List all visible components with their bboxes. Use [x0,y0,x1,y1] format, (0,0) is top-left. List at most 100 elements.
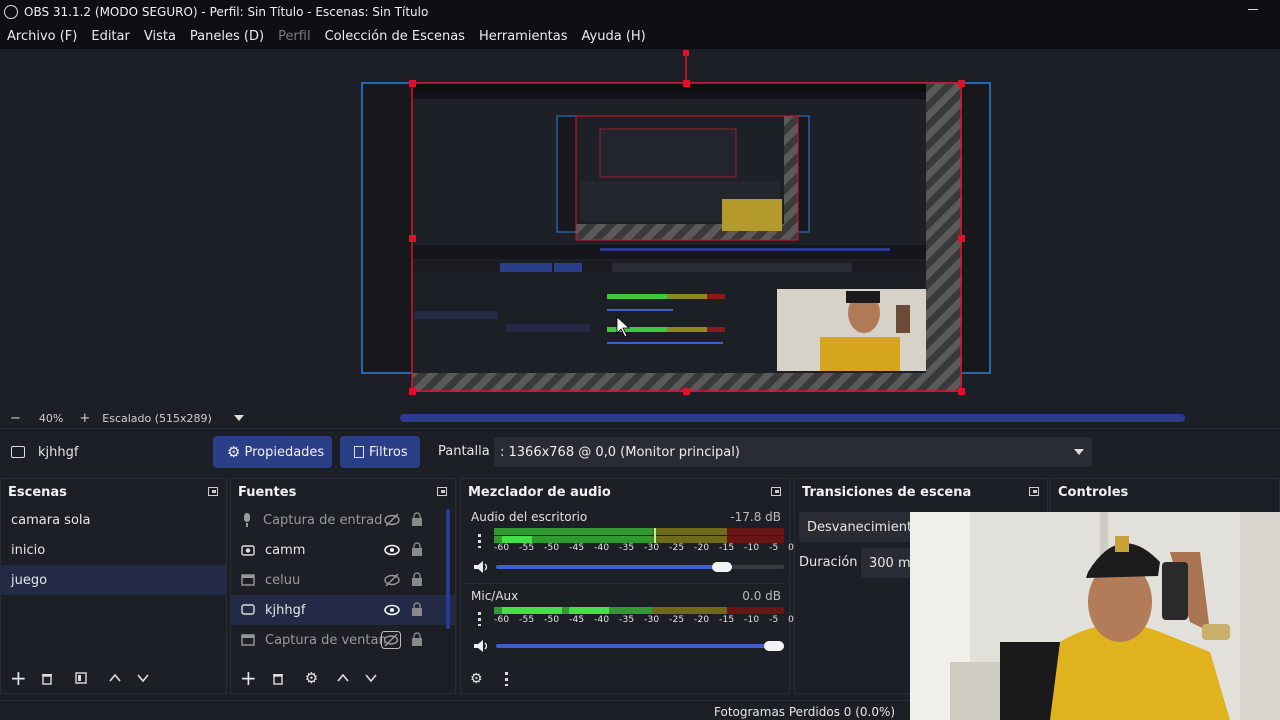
audio-meter-peak [494,528,784,543]
scene-filters-button[interactable] [74,671,88,685]
volume-slider[interactable] [496,565,784,569]
display-label: Pantalla [438,444,490,459]
eye-icon[interactable] [383,603,401,617]
delete-scene-button[interactable] [40,671,54,685]
scene-item[interactable]: camara sola [1,505,226,535]
duration-label: Duración [799,555,858,570]
zoom-bar: − 40% + Escalado (515x289) [0,408,1280,428]
mixer-menu-icon[interactable] [504,672,508,686]
selected-source-name: kjhhgf [38,445,79,460]
microphone-icon [244,513,250,527]
dropped-frames: Fotogramas Perdidos 0 (0.0%) [714,705,896,719]
menu-bar: Archivo (F) Editar Vista Paneles (D) Per… [0,24,1280,49]
zoom-level: 40% [38,411,64,425]
scaling-dropdown-icon[interactable] [233,415,244,421]
window-icon [241,574,255,586]
lock-icon[interactable] [411,572,423,587]
channel-menu-icon[interactable] [478,534,481,548]
eye-hidden-icon[interactable] [381,631,401,649]
scenes-dock: Escenas camara sola inicio juego + [0,478,227,694]
obs-logo-icon [4,5,18,19]
delete-source-button[interactable] [271,671,285,685]
source-name: Captura de entrada de audio [263,512,383,528]
source-name: Captura de ventana [265,632,385,648]
source-item[interactable]: Captura de entrada de audio [231,505,455,535]
controls-title: Controles [1058,484,1129,500]
mixer-toolbar: ⚙ [461,671,508,687]
move-up-icon[interactable] [108,671,122,685]
sources-scrollbar[interactable] [446,509,450,629]
filter-icon [354,446,364,458]
meter-scale: -60 -55 -50 -45 -40 -35 -30 -25 -20 -15 -10 -5 0 [494,615,794,625]
volume-slider-handle[interactable] [764,641,784,651]
undock-icon[interactable] [208,487,218,496]
monitor-icon [11,446,25,458]
source-properties-gear-icon[interactable]: ⚙ [305,669,318,687]
webcam-overlay [910,512,1280,720]
source-name: celuu [265,572,301,588]
source-item[interactable]: Captura de ventana [231,625,455,655]
display-select[interactable]: : 1366x768 @ 0,0 (Monitor principal) [494,437,1092,467]
preview-canvas[interactable] [0,49,1280,408]
move-down-icon[interactable] [136,671,150,685]
menu-editar[interactable]: Editar [84,29,137,44]
sources-toolbar: + ⚙ [231,668,378,688]
minimize-icon[interactable] [1248,9,1258,10]
channel-name: Mic/Aux [471,589,519,603]
webcam-image [910,512,1280,720]
sources-dock: Fuentes Captura de entrada de audio camm… [230,478,456,694]
monitor-icon [241,604,255,615]
scenes-title: Escenas [1,479,226,505]
source-item[interactable]: celuu [231,565,455,595]
menu-archivo[interactable]: Archivo (F) [0,29,84,44]
speaker-icon[interactable] [473,560,491,574]
move-down-icon[interactable] [364,671,378,685]
filters-button[interactable]: Filtros [340,436,420,468]
lock-icon[interactable] [411,602,423,617]
volume-slider-handle[interactable] [712,562,732,572]
channel-level: -17.8 dB [730,510,781,524]
scene-item-selected[interactable]: juego [1,565,226,595]
menu-paneles[interactable]: Paneles (D) [183,29,271,44]
advanced-audio-gear-icon[interactable]: ⚙ [470,671,483,687]
sources-title: Fuentes [231,479,455,505]
chevron-down-icon [1074,449,1084,455]
transition-value: Desvanecimiento [807,519,921,535]
menu-perfil[interactable]: Perfil [271,29,318,44]
volume-slider[interactable] [496,644,784,648]
source-name: camm [265,542,306,558]
horizontal-scrollbar[interactable] [400,414,1185,422]
source-item[interactable]: camm [231,535,455,565]
add-scene-button[interactable]: + [10,668,27,688]
undock-icon[interactable] [437,487,447,496]
add-source-button[interactable]: + [240,668,257,688]
properties-button[interactable]: ⚙ Propiedades [213,436,332,468]
eye-icon[interactable] [383,543,401,557]
zoom-in-button[interactable]: + [79,411,90,426]
source-name: kjhhgf [265,602,306,618]
eye-hidden-icon[interactable] [383,573,401,587]
preview-image [361,50,991,395]
scene-item[interactable]: inicio [1,535,226,565]
window-icon [241,634,255,646]
scaling-label: Escalado (515x289) [102,411,212,425]
lock-icon[interactable] [411,632,423,647]
menu-herramientas[interactable]: Herramientas [472,29,575,44]
undock-icon[interactable] [771,487,781,496]
title-bar: OBS 31.1.2 (MODO SEGURO) - Perfil: Sin T… [0,0,1280,24]
speaker-icon[interactable] [473,639,491,653]
channel-name: Audio del escritorio [471,510,588,524]
undock-icon[interactable] [1029,487,1039,496]
channel-menu-icon[interactable] [478,612,481,626]
eye-hidden-icon[interactable] [383,513,401,527]
menu-vista[interactable]: Vista [137,29,183,44]
lock-icon[interactable] [411,512,423,527]
lock-icon[interactable] [411,542,423,557]
properties-label: Propiedades [244,444,325,460]
window-title: OBS 31.1.2 (MODO SEGURO) - Perfil: Sin T… [24,5,429,19]
move-up-icon[interactable] [336,671,350,685]
menu-coleccion-escenas[interactable]: Colección de Escenas [318,29,472,44]
source-item-selected[interactable]: kjhhgf [231,595,455,625]
menu-ayuda[interactable]: Ayuda (H) [575,29,653,44]
zoom-out-button[interactable]: − [10,411,21,426]
